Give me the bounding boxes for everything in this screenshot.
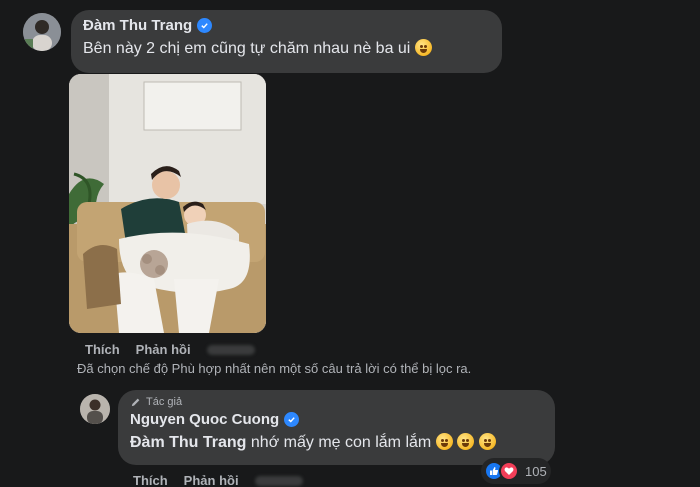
filter-notice: Đã chọn chế độ Phù hợp nhất nên một số c…: [77, 361, 472, 376]
comment-bubble: Đàm Thu Trang Bên này 2 chị em cũng tự c…: [71, 10, 502, 73]
reply-author-name[interactable]: Nguyen Quoc Cuong: [130, 411, 279, 428]
redacted-timestamp: [206, 344, 255, 355]
reply-actions: Thích Phản hồi: [133, 473, 303, 487]
author-tag: Tác giả: [146, 396, 183, 408]
reply-bubble: Tác giả Nguyen Quoc Cuong Đàm Thu Trang …: [118, 390, 555, 465]
like-link[interactable]: Thích: [85, 342, 120, 357]
face-emoji-icon: [414, 39, 432, 56]
pencil-icon: [131, 398, 140, 406]
reply-link[interactable]: Phản hồi: [184, 473, 239, 487]
reply-author-avatar[interactable]: [80, 394, 110, 424]
comment-actions: Thích Phản hồi: [85, 342, 255, 357]
comment-text: Bên này 2 chị em cũng tự chăm nhau nè ba…: [83, 40, 411, 57]
kissing-face-emoji-icon: [435, 433, 453, 450]
reaction-summary[interactable]: 105: [481, 458, 551, 484]
commenter-avatar[interactable]: [23, 13, 61, 51]
like-link[interactable]: Thích: [133, 473, 168, 487]
kissing-face-emoji-icon: [457, 433, 475, 450]
redacted-timestamp: [254, 475, 303, 486]
heart-reaction-icon: [499, 461, 519, 481]
comment-photo[interactable]: [69, 74, 266, 333]
reply-text: nhớ mấy mẹ con lắm lắm: [250, 434, 432, 451]
reaction-count: 105: [525, 463, 547, 479]
mention-link[interactable]: Đàm Thu Trang: [130, 434, 246, 451]
reply-link[interactable]: Phản hồi: [136, 342, 191, 357]
kissing-face-emoji-icon: [478, 433, 496, 450]
verified-badge-icon: [284, 412, 300, 427]
commenter-name[interactable]: Đàm Thu Trang: [83, 17, 192, 34]
verified-badge-icon: [197, 18, 213, 33]
